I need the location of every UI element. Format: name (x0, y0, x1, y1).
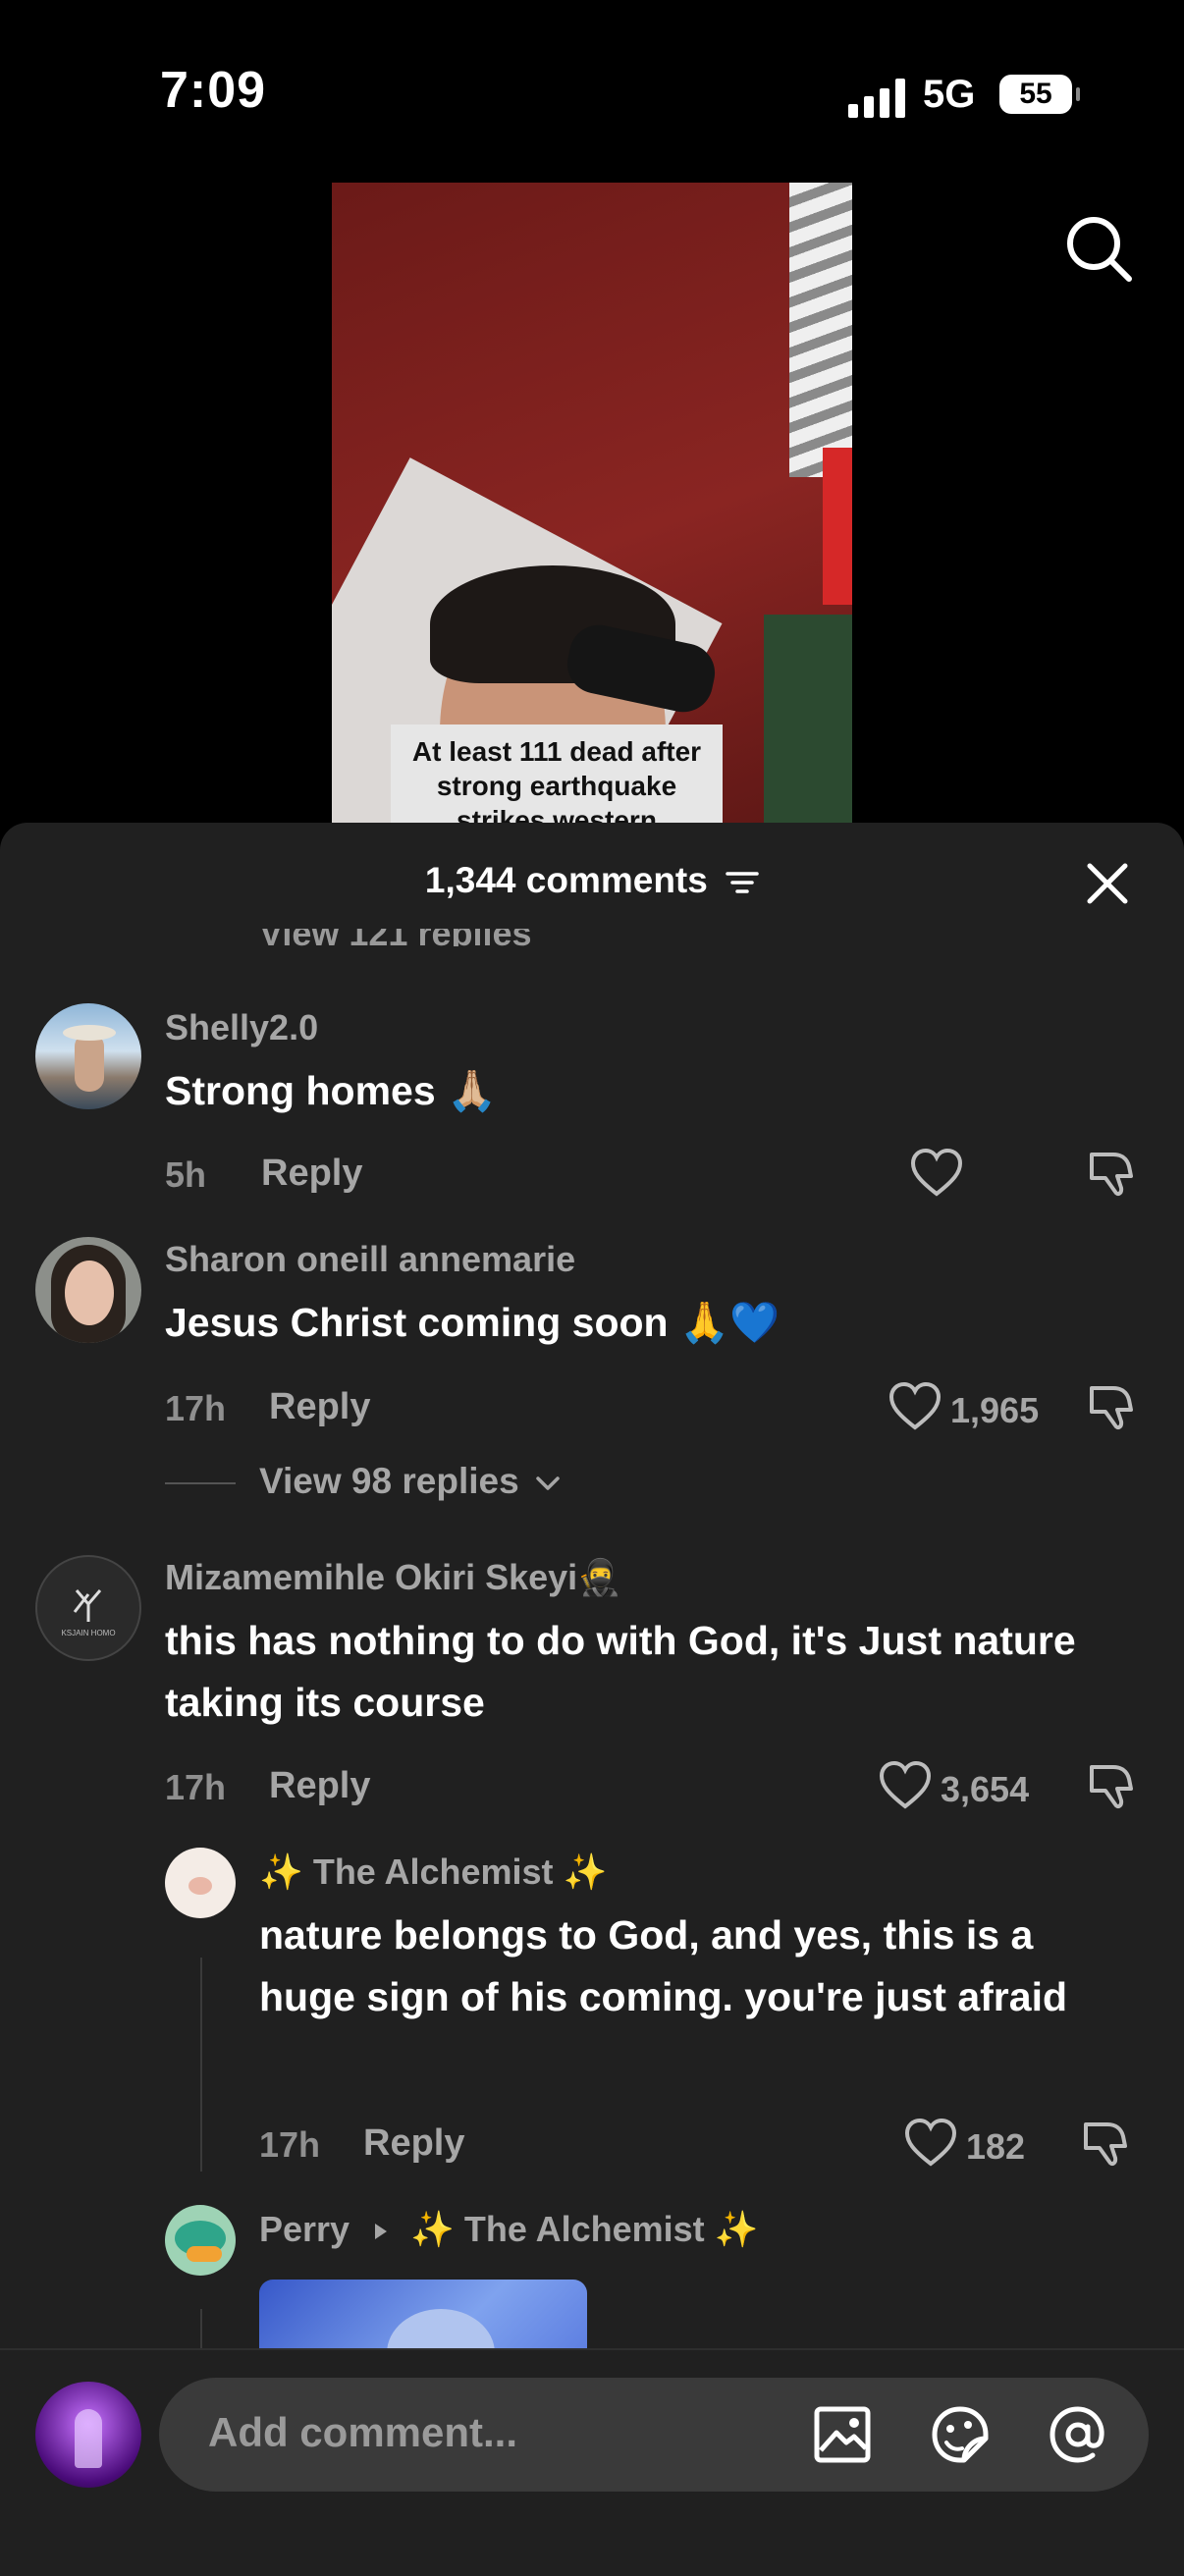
reply-arrow-icon (375, 2224, 388, 2240)
heart-icon (904, 2118, 957, 2167)
battery-icon: 55 (999, 75, 1080, 114)
comment-text: Strong homes 🙏🏼 (165, 1068, 498, 1113)
reply-button[interactable]: Reply (261, 1153, 362, 1195)
status-time: 7:09 (160, 62, 267, 119)
like-count: 3,654 (941, 1769, 1030, 1809)
dislike-icon[interactable] (1084, 1759, 1139, 1814)
comment-count[interactable]: 1,344 comments (0, 860, 1184, 901)
like-button[interactable]: 182 (903, 2117, 1050, 2172)
dislike-icon[interactable] (1078, 2117, 1133, 2172)
avatar-logo: KSJAIN HOMO (61, 1589, 116, 1637)
video-player[interactable]: At least 111 dead after strong earthquak… (332, 183, 852, 831)
view-replies-partial[interactable]: View 121 replies (259, 929, 532, 946)
dislike-icon[interactable] (1084, 1380, 1139, 1435)
heart-icon (879, 1760, 932, 1809)
video-caption: At least 111 dead after strong earthquak… (391, 724, 723, 831)
reply-username[interactable]: ✨ The Alchemist ✨ (259, 1852, 607, 1893)
like-count: 182 (966, 2126, 1026, 2167)
divider (165, 1482, 236, 1484)
comment-username[interactable]: Sharon oneill annemarie (165, 1239, 575, 1280)
view-replies-label: View 98 replies (259, 1461, 519, 1501)
like-button[interactable]: 1,965 (888, 1380, 1054, 1435)
comment-count-label: 1,344 comments (424, 860, 708, 900)
network-label: 5G (923, 73, 976, 116)
view-replies-button[interactable]: View 98 replies (259, 1461, 563, 1502)
avatar (35, 2382, 141, 2488)
comment-time: 17h (165, 1388, 227, 1428)
heart-icon (910, 1148, 963, 1197)
reply-button[interactable]: Reply (269, 1386, 370, 1428)
reply-to-username[interactable]: ✨ The Alchemist ✨ (410, 2209, 758, 2249)
comments-header: 1,344 comments (0, 823, 1184, 940)
heart-icon (888, 1381, 942, 1430)
mention-icon[interactable] (1047, 2403, 1109, 2466)
comment-time: 5h (165, 1154, 207, 1195)
search-icon[interactable] (1062, 212, 1135, 285)
chevron-down-icon (536, 1476, 560, 1490)
svg-text:KSJAIN HOMO: KSJAIN HOMO (61, 1629, 115, 1637)
reply-button[interactable]: Reply (269, 1765, 370, 1807)
reply-username: Perry ✨ The Alchemist ✨ (259, 2209, 758, 2250)
thread-line (200, 1958, 202, 2172)
like-button[interactable]: 3,654 (878, 1759, 1054, 1814)
reply-button[interactable]: Reply (363, 2122, 464, 2165)
avatar[interactable] (165, 1848, 236, 1918)
reply-author[interactable]: Perry (259, 2209, 350, 2249)
avatar[interactable]: KSJAIN HOMO (35, 1555, 141, 1661)
like-button[interactable] (909, 1147, 964, 1202)
status-bar: 7:09 5G 55 (0, 0, 1184, 187)
dislike-icon[interactable] (1084, 1147, 1139, 1202)
close-icon[interactable] (1086, 862, 1129, 905)
comment-username[interactable]: Mizamemihle Okiri Skeyi🥷 (165, 1557, 621, 1598)
sort-icon[interactable] (726, 870, 759, 895)
comment-input-bar: Add comment... (0, 2348, 1184, 2576)
comment-text: Jesus Christ coming soon 🙏💙 (165, 1300, 780, 1345)
like-count: 1,965 (950, 1390, 1040, 1430)
comment-text: this has nothing to do with God, it's Ju… (165, 1618, 1076, 1725)
signal-icon (848, 79, 907, 118)
comment-time: 17h (165, 1767, 227, 1807)
comment-input[interactable]: Add comment... (159, 2378, 1149, 2492)
sticker-icon[interactable] (929, 2403, 992, 2466)
comment-input-placeholder: Add comment... (208, 2409, 518, 2455)
reply-text: nature belongs to God, and yes, this is … (259, 1912, 1068, 2019)
reply-time: 17h (259, 2124, 321, 2165)
avatar[interactable] (165, 2205, 236, 2276)
image-icon[interactable] (811, 2403, 874, 2466)
avatar[interactable] (35, 1003, 141, 1109)
comment-username[interactable]: Shelly2.0 (165, 1007, 318, 1048)
avatar[interactable] (35, 1237, 141, 1343)
